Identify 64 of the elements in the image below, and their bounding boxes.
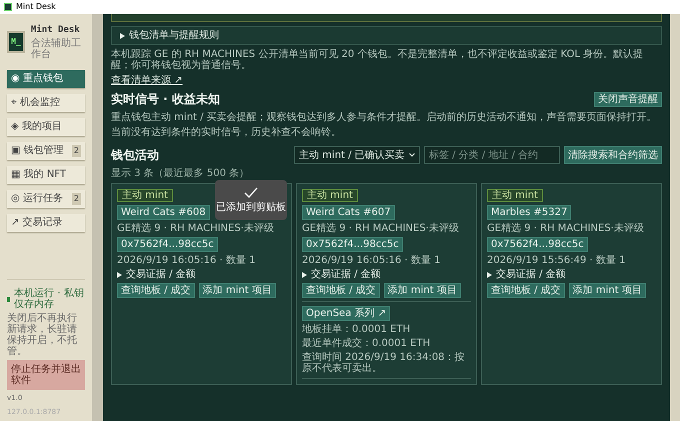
nav-item[interactable]: ▦ 我的 NFT	[7, 166, 85, 184]
address-button[interactable]: 0x7562f4...98cc5c	[487, 237, 588, 252]
status-text: 本机运行 · 私钥仅存内存	[14, 288, 85, 310]
app-icon	[4, 3, 12, 11]
evidence-toggle[interactable]: 交易证据 / 金额	[117, 269, 196, 280]
window-title: Mint Desk	[16, 1, 56, 13]
collapsed-triangle-icon	[302, 272, 307, 278]
clear-filter-button[interactable]: 清除搜索和合约筛选	[564, 146, 662, 164]
status-note: 关闭后不再执行新请求，长驻请保持开启，不托管。	[7, 313, 78, 357]
floor-text: 地板挂单：0.0001 ETH	[302, 324, 410, 335]
nav-item[interactable]: ▣ 钱包管理 2	[7, 142, 85, 160]
nft-name-button[interactable]: Weird Cats #608	[117, 205, 210, 220]
evidence-toggle[interactable]: 交易证据 / 金额	[302, 269, 381, 280]
app-name: Mint Desk	[30, 24, 81, 37]
add-mint-button[interactable]: 添加 mint 项目	[384, 283, 461, 298]
floor-query-button[interactable]: 查询地板 / 成交	[117, 283, 195, 298]
source-link[interactable]: 查看清单来源 ↗	[111, 75, 183, 86]
floor-query-button[interactable]: 查询地板 / 成交	[487, 283, 565, 298]
opensea-link[interactable]: OpenSea 系列 ↗	[302, 306, 390, 321]
last-sale-text: 最近单件成交：0.0001 ETH	[302, 338, 430, 349]
time-text: 2026/9/19 16:05:16 · 数量 1	[117, 255, 256, 266]
source-text: GE精选 9 · RH MACHINES·未评级	[302, 223, 459, 234]
mint-tag: 主动 mint	[487, 189, 543, 202]
add-mint-button[interactable]: 添加 mint 项目	[198, 283, 276, 298]
add-mint-button[interactable]: 添加 mint 项目	[568, 283, 646, 298]
query-time-text: 查询时间 2026/9/19 16:34:08：按原不代表可卖出。	[302, 352, 466, 374]
nft-name-button[interactable]: Marbles #5327	[487, 205, 572, 220]
activity-heading: 钱包活动	[111, 147, 159, 164]
nav-item[interactable]: ◎ 运行任务 2	[7, 190, 85, 208]
address-button[interactable]: 0x7562f4...98cc5c	[302, 237, 403, 252]
rules-toggle[interactable]: 钱包清单与提醒规则	[111, 26, 662, 45]
mint-tag: 主动 mint	[302, 189, 358, 202]
source-text: GE精选 9 · RH MACHINES·未评级	[117, 223, 274, 234]
nav-item[interactable]: ◉ 重点钱包	[7, 70, 85, 88]
signals-heading: 实时信号 · 收益未知	[111, 91, 220, 108]
signals-description: 重点钱包主动 mint / 买卖会提醒；观察钱包达到多人参与条件才提醒。启动前的历史活动不通知，声音需要页面保持打开。	[111, 112, 658, 123]
collapsed-triangle-icon	[117, 272, 122, 278]
stop-button[interactable]: 停止任务并退出软件	[7, 360, 85, 390]
collapsed-triangle-icon	[120, 32, 125, 38]
time-text: 2026/9/19 15:56:49 · 数量 1	[487, 255, 626, 266]
time-text: 2026/9/19 16:05:16 · 数量 1	[302, 255, 440, 266]
check-icon	[244, 187, 258, 198]
search-field[interactable]: 标签 / 分类 / 地址 / 合约	[424, 146, 560, 164]
evidence-toggle[interactable]: 交易证据 / 金额	[487, 269, 566, 280]
toast-message: 已添加到剪贴板	[216, 202, 286, 213]
intro-text: 本机跟踪 GE 的 RH MACHINES 公开清单当前可见 20 个钱包。不是完整清单，也不评定收益或鉴定 KOL 身份。默认提醒；你可将钱包视为普通信号。	[111, 49, 644, 71]
nav-item[interactable]: ↗ 交易记录	[7, 214, 85, 232]
collapsed-triangle-icon	[487, 272, 492, 278]
nft-name-button[interactable]: Weird Cats #607	[302, 205, 395, 220]
count-badge: 2	[72, 144, 81, 156]
signals-empty-text: 当前没有达到条件的实时信号，历史补查不会响铃。	[111, 127, 342, 138]
count-text: 显示 3 条（最近最多 500 条）	[111, 168, 250, 179]
sound-toggle-button[interactable]: 关闭声音提醒	[594, 92, 662, 106]
mint-tag: 主动 mint	[117, 189, 173, 202]
source-text: GE精选 9 · RH MACHINES·未评级	[487, 223, 644, 234]
app-logo: M_	[7, 30, 25, 53]
app-subtitle: 合法辅助工作台	[30, 38, 82, 60]
nav-item[interactable]: ◈ 我的项目	[7, 118, 85, 136]
address-button[interactable]: 0x7562f4...98cc5c	[117, 237, 218, 252]
nav-item[interactable]: ⌖ 机会监控	[7, 94, 85, 112]
count-badge: 2	[72, 192, 81, 204]
chevron-down-icon	[409, 153, 415, 157]
filter-select[interactable]: 主动 mint / 已确认买卖	[294, 146, 420, 164]
floor-query-button[interactable]: 查询地板 / 成交	[302, 283, 380, 298]
